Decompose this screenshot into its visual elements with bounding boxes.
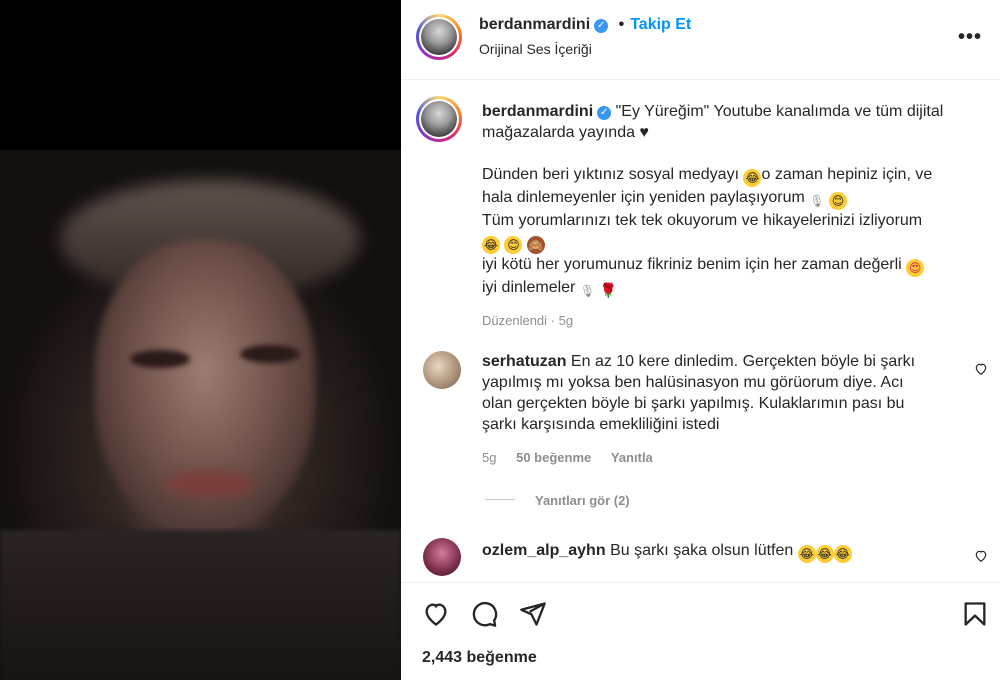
comment-item: ozlem_alp_ayhn Bu şarkı şaka olsun lütfe… (482, 540, 952, 563)
post-header: berdanmardini ✓ • Takip Et Orijinal Ses İç… (401, 0, 1000, 80)
share-icon[interactable] (519, 600, 547, 628)
video-eye-right (240, 345, 300, 363)
comment-text-line-1: En az 10 kere dinledim. Gerçekten böyle … (570, 353, 916, 370)
comment-username[interactable]: ozlem_alp_ayhn (482, 542, 606, 559)
comment-like-icon[interactable] (974, 549, 988, 566)
caption: berdanmardini ✓ "Ey Yüreğim" Youtube kana… (482, 101, 982, 331)
reply-button[interactable]: Yanıtla (611, 450, 653, 465)
caption-line-3: Dünden beri yıktınız sosyal medyayı (482, 166, 740, 183)
laughing-emoji-icon: 😂 (482, 236, 500, 254)
microphone-icon: 🎙 (809, 194, 825, 208)
audio-label[interactable]: Orijinal Ses İçeriği (479, 41, 592, 57)
comment-icon[interactable] (470, 600, 498, 628)
action-bar: 2,443 beğenme (401, 582, 1000, 681)
dot-separator: • (618, 16, 625, 33)
commenter-avatar[interactable] (423, 351, 461, 389)
verified-icon: ✓ (597, 106, 612, 120)
comment-text-line-3: olan gerçekten böyle bi şarkı yapılmış. … (482, 395, 905, 412)
replies-divider (485, 499, 515, 500)
video-eye-left (130, 350, 190, 368)
caption-line-2: mağazalarda yayında ♥ (482, 124, 649, 141)
comment-age: 5g (482, 450, 497, 465)
comment-likes[interactable]: 50 beğenme (516, 450, 591, 465)
heart-icon[interactable] (422, 600, 450, 628)
comment-text-line-4: şarkı karşısında emekliliğini istedi (482, 416, 720, 433)
comment-text-line-2: yapılmış mı yoksa ben halüsinasyon mu gö… (482, 374, 904, 391)
comment-item: serhatuzan En az 10 kere dinledim. Gerçe… (482, 351, 952, 435)
commenter-avatar[interactable] (423, 538, 461, 576)
heart-eyes-emoji-icon: 😍 (906, 259, 925, 277)
caption-line-6: Tüm yorumlarınızı tek tek okuyorum ve hi… (482, 212, 923, 229)
laughing-emoji-icon: 😂 (743, 169, 762, 187)
follow-button[interactable]: Takip Et (630, 16, 691, 33)
microphone-icon: 🎙 (579, 284, 596, 298)
caption-line-8: iyi dinlemeler (482, 279, 576, 296)
edited-age: 5g (558, 313, 574, 328)
caption-avatar[interactable] (416, 96, 462, 142)
bookmark-icon[interactable] (961, 600, 989, 628)
edited-label: Düzenlendi (482, 313, 548, 328)
laughing-emoji-icon: 😂 (833, 545, 852, 563)
laughing-emoji-icon: 😂 (815, 545, 834, 563)
caption-username[interactable]: berdanmardini (482, 103, 593, 120)
comment-like-icon[interactable] (974, 362, 988, 379)
post-panel: berdanmardini ✓ • Takip Et Orijinal Ses İç… (401, 0, 1000, 681)
author-avatar[interactable] (416, 14, 462, 60)
verified-icon: ✓ (594, 19, 609, 33)
smile-emoji-icon: 😊 (828, 192, 847, 210)
likes-count[interactable]: 2,443 beğenme (422, 649, 537, 667)
monkey-emoji-icon: 🙈 (526, 236, 545, 254)
view-replies-button[interactable]: Yanıtları gör (2) (535, 493, 630, 508)
comment-text: Bu şarkı şaka olsun lütfen (610, 542, 794, 559)
post-media[interactable] (0, 0, 401, 680)
caption-line-7: iyi kötü her yorumunuz fikriniz benim iç… (482, 256, 902, 273)
more-icon[interactable]: ••• (958, 26, 982, 49)
smile-emoji-icon: 😊 (504, 236, 523, 254)
caption-line-1: "Ey Yüreğim" Youtube kanalımda ve tüm di… (615, 103, 944, 120)
caption-line-5: hala dinlemeyenler için yeniden paylaşıy… (482, 189, 805, 206)
author-username[interactable]: berdanmardini (479, 16, 590, 33)
caption-line-4: o zaman hepiniz için, ve (761, 166, 933, 183)
rose-icon: 🌹 (599, 282, 617, 298)
comment-username[interactable]: serhatuzan (482, 353, 566, 370)
laughing-emoji-icon: 😂 (797, 545, 816, 563)
video-mouth (165, 470, 255, 498)
video-jacket (0, 530, 401, 680)
video-frame[interactable] (0, 150, 401, 680)
